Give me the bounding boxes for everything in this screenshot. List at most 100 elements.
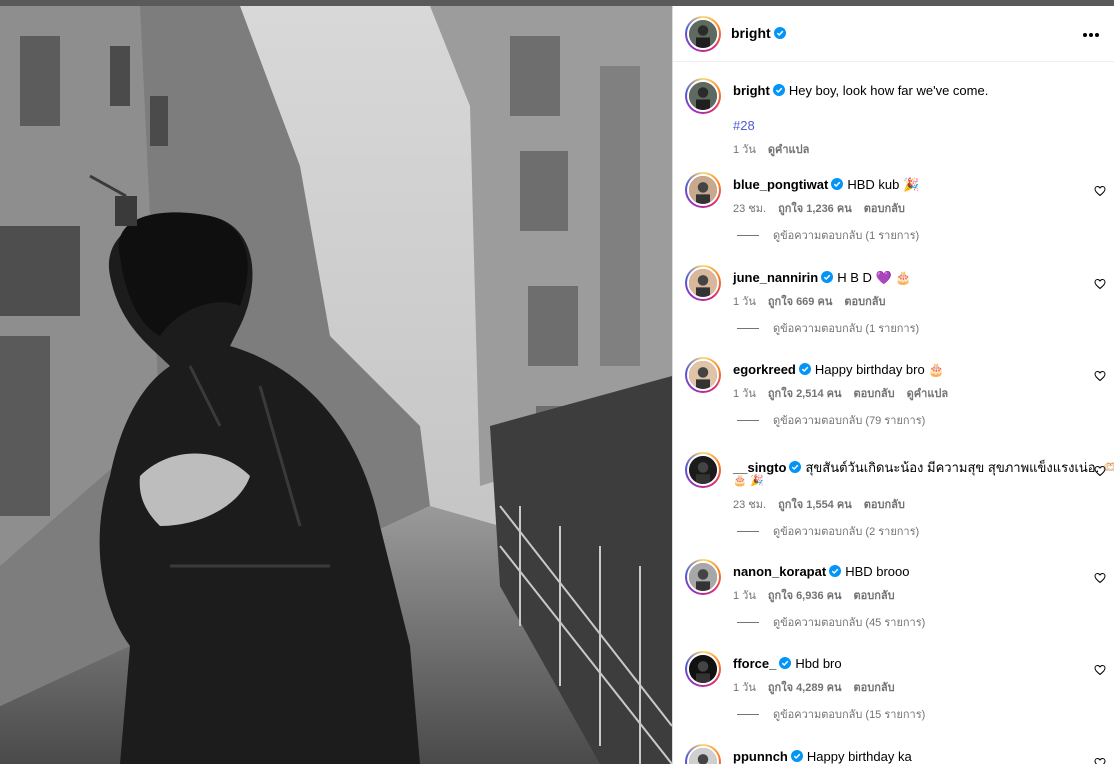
commenter-avatar[interactable] [685, 452, 721, 488]
post-caption: bright Hey boy, look how far we've come. [733, 83, 988, 98]
comment-time: 1 วัน [733, 590, 756, 602]
heart-icon[interactable] [1094, 663, 1106, 676]
comment-text: Hbd bro [795, 656, 842, 671]
author-avatar[interactable] [685, 16, 721, 52]
view-replies-button[interactable]: ดูข้อความตอบกลับ (79 รายการ) [737, 411, 925, 429]
replies-divider [737, 234, 759, 236]
comment-meta: 1 วัน ถูกใจ 2,514 คน ตอบกลับ ดูคำแปล [733, 384, 960, 402]
comment-line: june_nannirin H B D 💜 🎂 [733, 270, 912, 286]
comment-reply-button[interactable]: ตอบกลับ [864, 203, 905, 215]
verified-badge-icon [779, 657, 792, 669]
post-side-panel: bright bright Hey boy, look how far we've… [672, 6, 1114, 764]
caption-meta: 1 วัน ดูคำแปล [733, 140, 821, 158]
comment-likes[interactable]: ถูกใจ 4,289 คน [768, 682, 842, 694]
commenter-avatar[interactable] [685, 265, 721, 301]
comment-reply-button[interactable]: ตอบกลับ [844, 296, 885, 308]
comment-line: blue_pongtiwat HBD kub 🎉 [733, 177, 919, 193]
comment-likes[interactable]: ถูกใจ 6,936 คน [768, 590, 842, 602]
post-photo[interactable] [0, 6, 672, 764]
view-replies-label: ดูข้อความตอบกลับ (79 รายการ) [773, 415, 926, 427]
comment-line: __singto สุขสันต์วันเกิดนะน้อง มีความสุข … [733, 457, 1114, 478]
comment-reply-button[interactable]: ตอบกลับ [864, 499, 905, 511]
replies-divider [737, 713, 759, 715]
comment-text: H B D 💜 🎂 [837, 270, 912, 285]
heart-icon[interactable] [1094, 571, 1106, 584]
replies-divider [737, 530, 759, 532]
heart-icon[interactable] [1094, 369, 1106, 382]
replies-divider [737, 327, 759, 329]
commenter-username[interactable]: blue_pongtiwat [733, 177, 828, 192]
view-replies-label: ดูข้อความตอบกลับ (1 รายการ) [773, 230, 920, 242]
view-replies-label: ดูข้อความตอบกลับ (2 รายการ) [773, 526, 920, 538]
heart-icon[interactable] [1094, 464, 1106, 477]
author-username[interactable]: bright [731, 25, 786, 41]
commenter-avatar[interactable] [685, 172, 721, 208]
comment-time: 23 ชม. [733, 203, 767, 215]
commenter-username[interactable]: fforce_ [733, 656, 776, 671]
comment-likes[interactable]: ถูกใจ 669 คน [768, 296, 832, 308]
verified-badge-icon [798, 363, 811, 375]
commenter-avatar[interactable] [685, 744, 721, 764]
verified-badge-icon [829, 565, 842, 577]
comment-text-continued: 🎂 🎉 [733, 474, 764, 487]
comment-likes[interactable]: ถูกใจ 2,514 คน [768, 388, 842, 400]
comment-time: 1 วัน [733, 682, 756, 694]
more-options-icon[interactable] [1083, 24, 1105, 40]
comment-meta: 1 วัน ถูกใจ 6,936 คน ตอบกลับ [733, 586, 907, 604]
view-replies-button[interactable]: ดูข้อความตอบกลับ (15 รายการ) [737, 705, 925, 723]
comment-time: 1 วัน [733, 296, 756, 308]
comment-reply-button[interactable]: ตอบกลับ [854, 682, 895, 694]
comment-meta: 23 ชม. ถูกใจ 1,554 คน ตอบกลับ [733, 495, 917, 513]
caption-author-avatar[interactable] [685, 78, 721, 114]
comment-likes[interactable]: ถูกใจ 1,236 คน [778, 203, 852, 215]
verified-badge-icon [773, 27, 786, 39]
commenter-username[interactable]: egorkreed [733, 362, 796, 377]
view-replies-button[interactable]: ดูข้อความตอบกลับ (2 รายการ) [737, 522, 919, 540]
comment-line: nanon_korapat HBD brooo [733, 564, 910, 579]
verified-badge-icon [831, 178, 844, 190]
comment-likes[interactable]: ถูกใจ 1,554 คน [778, 499, 852, 511]
heart-icon[interactable] [1094, 277, 1106, 290]
comment-line: ppunnch Happy birthday ka [733, 749, 912, 764]
comment-text: HBD brooo [845, 564, 910, 579]
comment-text: HBD kub 🎉 [847, 177, 920, 192]
view-replies-button[interactable]: ดูข้อความตอบกลับ (45 รายการ) [737, 613, 925, 631]
comment-line: fforce_ Hbd bro [733, 656, 842, 671]
caption-username[interactable]: bright [733, 83, 770, 98]
commenter-username[interactable]: __singto [733, 460, 786, 475]
replies-divider [737, 419, 759, 421]
comment-translate-link[interactable]: ดูคำแปล [907, 388, 949, 400]
comment-meta: 1 วัน ถูกใจ 669 คน ตอบกลับ [733, 292, 897, 310]
view-replies-label: ดูข้อความตอบกลับ (1 รายการ) [773, 323, 920, 335]
comment-text: สุขสันต์วันเกิดนะน้อง มีความสุข สุขภาพแข… [805, 460, 1114, 475]
comment-time: 23 ชม. [733, 499, 767, 511]
heart-icon[interactable] [1094, 184, 1106, 197]
view-replies-button[interactable]: ดูข้อความตอบกลับ (1 รายการ) [737, 226, 919, 244]
verified-badge-icon [772, 84, 785, 96]
verified-badge-icon [789, 461, 802, 473]
comment-reply-button[interactable]: ตอบกลับ [854, 388, 895, 400]
comment-time: 1 วัน [733, 388, 756, 400]
verified-badge-icon [821, 271, 834, 283]
view-replies-button[interactable]: ดูข้อความตอบกลับ (1 รายการ) [737, 319, 919, 337]
commenter-avatar[interactable] [685, 651, 721, 687]
commenter-username[interactable]: june_nannirin [733, 270, 818, 285]
verified-badge-icon [790, 750, 803, 762]
comment-line: egorkreed Happy birthday bro 🎂 [733, 362, 945, 378]
commenter-avatar[interactable] [685, 357, 721, 393]
caption-time: 1 วัน [733, 144, 756, 156]
commenter-username[interactable]: nanon_korapat [733, 564, 826, 579]
comment-meta: 23 ชม. ถูกใจ 1,236 คน ตอบกลับ [733, 199, 917, 217]
commenter-avatar[interactable] [685, 559, 721, 595]
heart-icon[interactable] [1094, 756, 1106, 764]
view-replies-label: ดูข้อความตอบกลับ (15 รายการ) [773, 709, 926, 721]
hashtag-link[interactable]: #28 [733, 118, 755, 133]
post-header: bright [673, 6, 1114, 62]
comment-reply-button[interactable]: ตอบกลับ [854, 590, 895, 602]
comment-text: Happy birthday bro 🎂 [814, 362, 945, 377]
comment-meta: 1 วัน ถูกใจ 4,289 คน ตอบกลับ [733, 678, 907, 696]
commenter-username[interactable]: ppunnch [733, 749, 788, 764]
view-replies-label: ดูข้อความตอบกลับ (45 รายการ) [773, 617, 926, 629]
street-photo-image [0, 6, 672, 764]
caption-translate-link[interactable]: ดูคำแปล [768, 144, 810, 156]
